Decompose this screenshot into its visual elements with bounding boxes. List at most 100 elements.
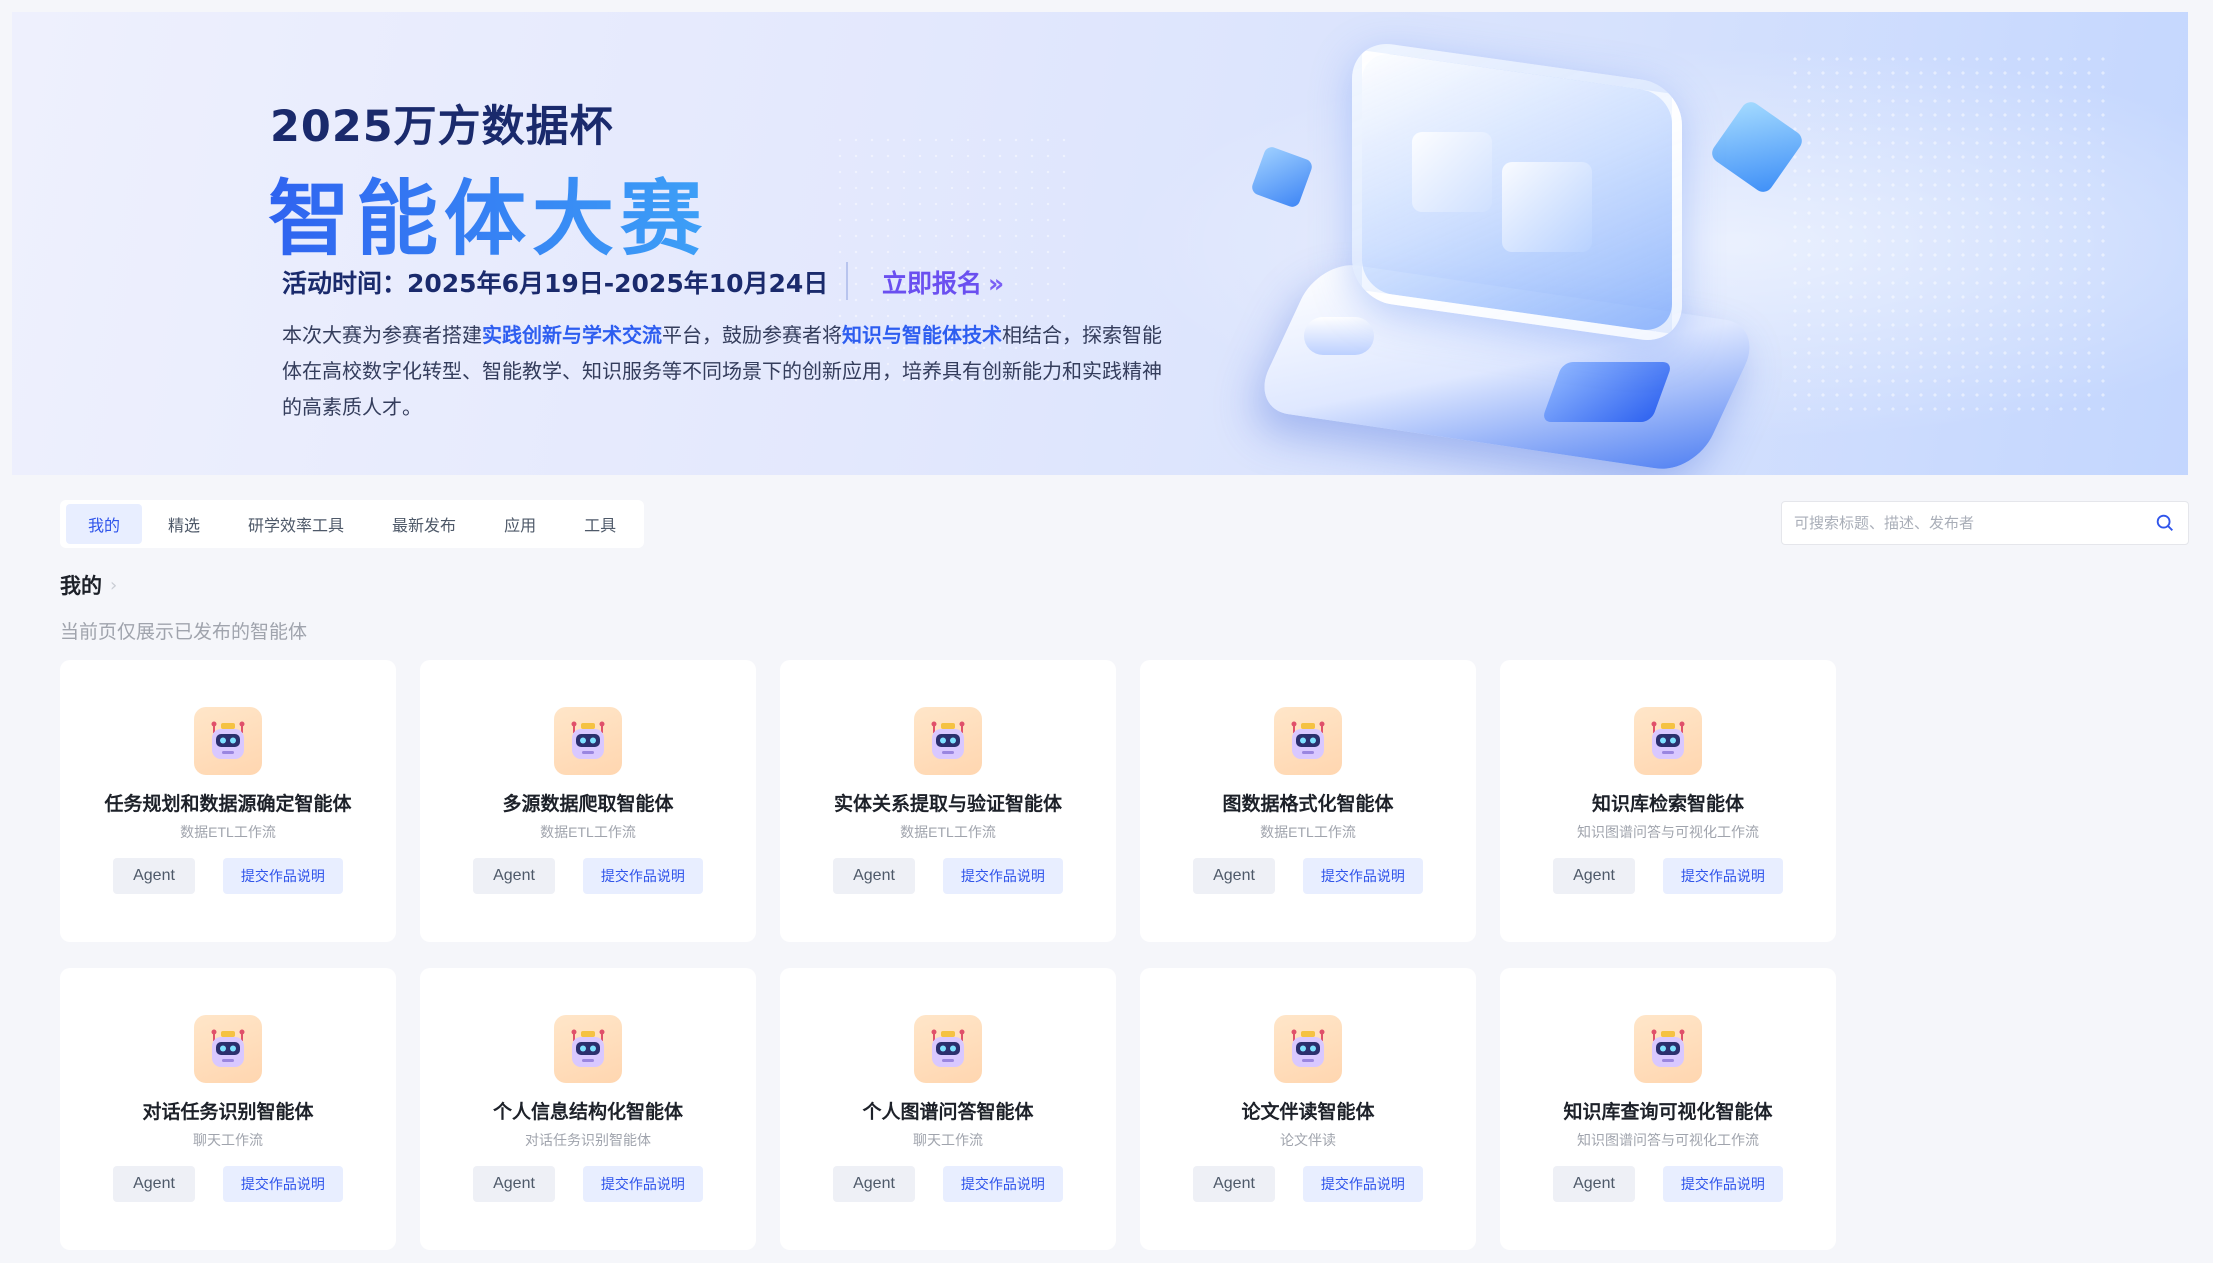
card-title: 知识库查询可视化智能体 (1563, 1101, 1773, 1123)
card-title: 个人图谱问答智能体 (862, 1101, 1034, 1123)
agent-type-badge: Agent (1193, 1166, 1275, 1202)
tab-5[interactable]: 工具 (562, 504, 638, 544)
chevron-right-icon: › (110, 574, 118, 596)
tab-0[interactable]: 我的 (66, 504, 143, 544)
card-workflow: 数据ETL工作流 (1260, 824, 1356, 840)
signup-label: 立即报名 (882, 269, 983, 298)
banner-subtitle: 2025万方数据杯 (270, 102, 614, 152)
card-workflow: 聊天工作流 (913, 1132, 983, 1148)
agent-type-badge: Agent (113, 858, 195, 894)
section-title-label: 我的 (60, 574, 102, 598)
submit-description-button[interactable]: 提交作品说明 (222, 1166, 343, 1202)
computer-illustration (1250, 38, 1812, 474)
card-title: 知识库检索智能体 (1591, 793, 1744, 815)
illustration-cube (1502, 162, 1592, 252)
agent-card[interactable]: 图数据格式化智能体 数据ETL工作流 Agent 提交作品说明 (1140, 660, 1476, 942)
agent-card[interactable]: 多源数据爬取智能体 数据ETL工作流 Agent 提交作品说明 (420, 660, 756, 942)
card-title: 个人信息结构化智能体 (492, 1101, 683, 1123)
agent-card[interactable]: 知识库检索智能体 知识图谱问答与可视化工作流 Agent 提交作品说明 (1500, 660, 1836, 942)
category-tabs: 我的 精选 研学效率工具 最新发布 应用 工具 (60, 500, 645, 548)
submit-description-button[interactable]: 提交作品说明 (942, 1166, 1063, 1202)
banner-divider (846, 262, 848, 300)
banner-title: 智能体大赛 (268, 152, 708, 271)
submit-description-button[interactable]: 提交作品说明 (582, 858, 703, 894)
signup-link[interactable]: 立即报名» (882, 264, 1004, 300)
section-title[interactable]: 我的 › (60, 570, 117, 600)
double-chevron-right-icon: » (988, 269, 1005, 298)
search-input[interactable] (1794, 514, 2154, 532)
robot-icon (914, 707, 982, 775)
card-workflow: 对话任务识别智能体 (525, 1132, 651, 1148)
submit-description-button[interactable]: 提交作品说明 (1302, 1166, 1423, 1202)
agent-type-badge: Agent (473, 858, 555, 894)
card-title: 图数据格式化智能体 (1222, 793, 1394, 815)
desc-highlight-1: 实践创新与学术交流 (482, 323, 662, 347)
illustration-cube (1412, 132, 1492, 212)
card-title: 论文伴读智能体 (1241, 1101, 1375, 1123)
tab-1[interactable]: 精选 (146, 504, 222, 544)
card-actions: Agent 提交作品说明 (833, 858, 1063, 894)
hero-banner: 2025万方数据杯 智能体大赛 活动时间：2025年6月19日-2025年10月… (12, 12, 2188, 475)
card-actions: Agent 提交作品说明 (1193, 1166, 1423, 1202)
agent-type-badge: Agent (1553, 1166, 1635, 1202)
agent-card[interactable]: 个人信息结构化智能体 对话任务识别智能体 Agent 提交作品说明 (420, 968, 756, 1250)
agent-type-badge: Agent (833, 1166, 915, 1202)
robot-icon (194, 707, 262, 775)
submit-description-button[interactable]: 提交作品说明 (222, 858, 343, 894)
card-title: 对话任务识别智能体 (142, 1101, 314, 1123)
card-workflow: 论文伴读 (1280, 1132, 1336, 1148)
robot-icon (1274, 707, 1342, 775)
agent-card[interactable]: 知识库查询可视化智能体 知识图谱问答与可视化工作流 Agent 提交作品说明 (1500, 968, 1836, 1250)
submit-description-button[interactable]: 提交作品说明 (1662, 1166, 1783, 1202)
banner-description: 本次大赛为参赛者搭建实践创新与学术交流平台，鼓励参赛者将知识与智能体技术相结合，… (282, 317, 1162, 425)
submit-description-button[interactable]: 提交作品说明 (942, 858, 1063, 894)
card-title: 任务规划和数据源确定智能体 (104, 793, 352, 815)
illustration-mouse (1304, 317, 1374, 355)
robot-icon (914, 1015, 982, 1083)
card-actions: Agent 提交作品说明 (1553, 858, 1783, 894)
card-workflow: 数据ETL工作流 (180, 824, 276, 840)
card-actions: Agent 提交作品说明 (473, 858, 703, 894)
card-actions: Agent 提交作品说明 (473, 1166, 703, 1202)
card-title: 多源数据爬取智能体 (502, 793, 674, 815)
desc-highlight-2: 知识与智能体技术 (842, 323, 1002, 347)
agent-card[interactable]: 论文伴读智能体 论文伴读 Agent 提交作品说明 (1140, 968, 1476, 1250)
desc-text-2: 平台，鼓励参赛者将 (662, 323, 842, 347)
robot-icon (1634, 1015, 1702, 1083)
illustration-chip (1541, 362, 1673, 422)
agent-type-badge: Agent (1553, 858, 1635, 894)
card-title: 实体关系提取与验证智能体 (833, 793, 1062, 815)
card-workflow: 数据ETL工作流 (900, 824, 996, 840)
agent-type-badge: Agent (1193, 858, 1275, 894)
agent-card[interactable]: 实体关系提取与验证智能体 数据ETL工作流 Agent 提交作品说明 (780, 660, 1116, 942)
agent-type-badge: Agent (473, 1166, 555, 1202)
desc-text-1: 本次大赛为参赛者搭建 (282, 323, 482, 347)
submit-description-button[interactable]: 提交作品说明 (1302, 858, 1423, 894)
agent-card-grid: 任务规划和数据源确定智能体 数据ETL工作流 Agent 提交作品说明 多源数据… (60, 660, 1836, 1250)
submit-description-button[interactable]: 提交作品说明 (582, 1166, 703, 1202)
robot-icon (1634, 707, 1702, 775)
card-actions: Agent 提交作品说明 (113, 858, 343, 894)
card-workflow: 知识图谱问答与可视化工作流 (1577, 824, 1759, 840)
submit-description-button[interactable]: 提交作品说明 (1662, 858, 1783, 894)
agent-card[interactable]: 个人图谱问答智能体 聊天工作流 Agent 提交作品说明 (780, 968, 1116, 1250)
tab-2[interactable]: 研学效率工具 (226, 504, 366, 544)
card-actions: Agent 提交作品说明 (1193, 858, 1423, 894)
banner-dot-pattern (1788, 52, 2108, 412)
robot-icon (1274, 1015, 1342, 1083)
search-box (1781, 501, 2189, 545)
card-actions: Agent 提交作品说明 (113, 1166, 343, 1202)
robot-icon (554, 1015, 622, 1083)
tab-3[interactable]: 最新发布 (370, 504, 478, 544)
agent-type-badge: Agent (113, 1166, 195, 1202)
tab-4[interactable]: 应用 (482, 504, 558, 544)
agent-card[interactable]: 任务规划和数据源确定智能体 数据ETL工作流 Agent 提交作品说明 (60, 660, 396, 942)
agent-type-badge: Agent (833, 858, 915, 894)
robot-icon (194, 1015, 262, 1083)
card-workflow: 知识图谱问答与可视化工作流 (1577, 1132, 1759, 1148)
robot-icon (554, 707, 622, 775)
agent-card[interactable]: 对话任务识别智能体 聊天工作流 Agent 提交作品说明 (60, 968, 396, 1250)
card-workflow: 聊天工作流 (193, 1132, 263, 1148)
event-time: 活动时间：2025年6月19日-2025年10月24日 (282, 269, 829, 298)
search-icon[interactable] (2154, 512, 2176, 534)
